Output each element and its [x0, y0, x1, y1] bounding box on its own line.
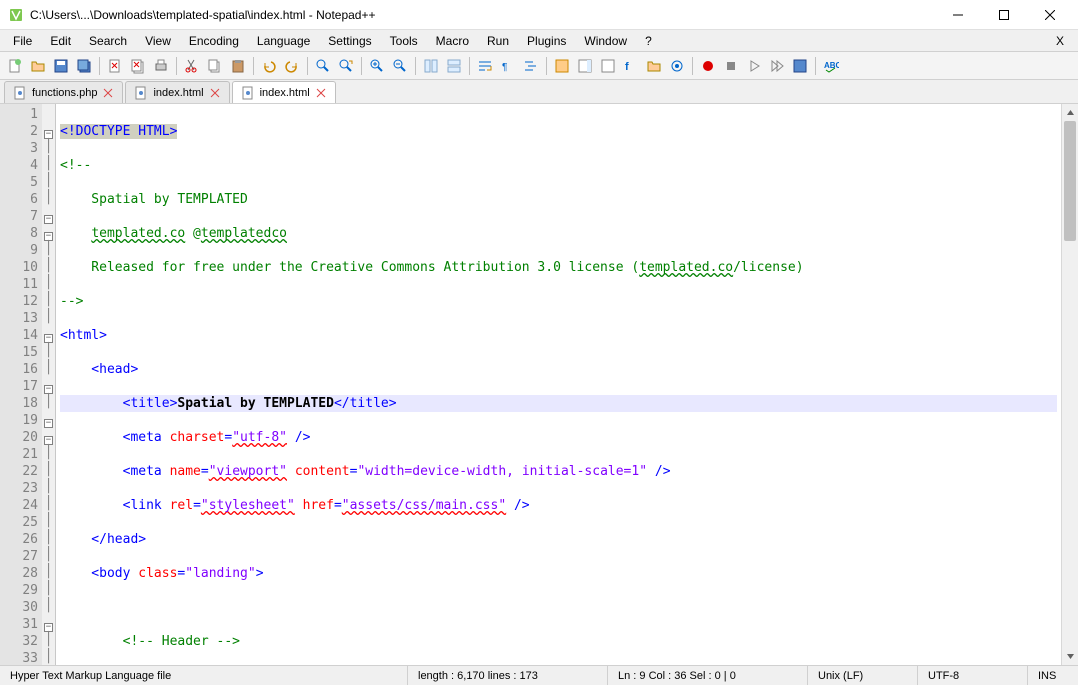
- cut-icon[interactable]: [181, 55, 203, 77]
- svg-text:ABC: ABC: [824, 61, 839, 70]
- zoom-out-icon[interactable]: [389, 55, 411, 77]
- replace-icon[interactable]: [335, 55, 357, 77]
- file-icon: [134, 86, 148, 100]
- paste-icon[interactable]: [227, 55, 249, 77]
- tab-index-html-1[interactable]: index.html: [125, 81, 229, 103]
- editor[interactable]: 1234567891011121314151617181920212223242…: [0, 104, 1078, 665]
- scroll-down-icon[interactable]: [1062, 648, 1078, 665]
- status-insert-mode[interactable]: INS: [1028, 666, 1078, 685]
- menu-macro[interactable]: Macro: [427, 32, 478, 50]
- tab-label: functions.php: [32, 87, 97, 99]
- redo-icon[interactable]: [281, 55, 303, 77]
- status-position: Ln : 9 Col : 36 Sel : 0 | 0: [608, 666, 808, 685]
- tabbar: functions.php index.html index.html: [0, 80, 1078, 104]
- status-filetype: Hyper Text Markup Language file: [0, 666, 408, 685]
- print-icon[interactable]: [150, 55, 172, 77]
- minimize-button[interactable]: [944, 5, 972, 25]
- menu-tools[interactable]: Tools: [381, 32, 427, 50]
- svg-text:f: f: [625, 61, 629, 73]
- macro-record-icon[interactable]: [697, 55, 719, 77]
- titlebar: C:\Users\...\Downloads\templated-spatial…: [0, 0, 1078, 30]
- statusbar: Hyper Text Markup Language file length :…: [0, 665, 1078, 685]
- save-icon[interactable]: [50, 55, 72, 77]
- menu-plugins[interactable]: Plugins: [518, 32, 575, 50]
- close-all-icon[interactable]: [127, 55, 149, 77]
- fold-column[interactable]: −││││−−│││││−││−│−−││││││││││−││: [42, 104, 56, 665]
- status-encoding[interactable]: UTF-8: [918, 666, 1028, 685]
- menu-search[interactable]: Search: [80, 32, 136, 50]
- lang-udl-icon[interactable]: [551, 55, 573, 77]
- maximize-button[interactable]: [990, 5, 1018, 25]
- menu-edit[interactable]: Edit: [41, 32, 80, 50]
- doc-map-icon[interactable]: [574, 55, 596, 77]
- code-area[interactable]: <!DOCTYPE HTML> <!-- Spatial by TEMPLATE…: [56, 104, 1061, 665]
- copy-icon[interactable]: [204, 55, 226, 77]
- macro-play-icon[interactable]: [743, 55, 765, 77]
- new-file-icon[interactable]: [4, 55, 26, 77]
- scroll-up-icon[interactable]: [1062, 104, 1078, 121]
- macro-save-icon[interactable]: [789, 55, 811, 77]
- menu-encoding[interactable]: Encoding: [180, 32, 248, 50]
- func-list-icon[interactable]: f: [620, 55, 642, 77]
- folder-workspace-icon[interactable]: [643, 55, 665, 77]
- spellcheck-icon[interactable]: ABC: [820, 55, 842, 77]
- close-button[interactable]: [1036, 5, 1064, 25]
- scroll-thumb[interactable]: [1064, 121, 1076, 241]
- status-eol[interactable]: Unix (LF): [808, 666, 918, 685]
- indent-guide-icon[interactable]: [520, 55, 542, 77]
- tab-close-icon[interactable]: [209, 87, 221, 99]
- tab-close-icon[interactable]: [102, 87, 114, 99]
- close-file-icon[interactable]: [104, 55, 126, 77]
- line-number-gutter: 1234567891011121314151617181920212223242…: [0, 104, 42, 665]
- app-icon: [8, 7, 24, 23]
- tab-label: index.html: [153, 87, 203, 99]
- menu-language[interactable]: Language: [248, 32, 319, 50]
- file-icon: [241, 86, 255, 100]
- tab-label: index.html: [260, 87, 310, 99]
- tab-close-icon[interactable]: [315, 87, 327, 99]
- wordwrap-icon[interactable]: [474, 55, 496, 77]
- menu-settings[interactable]: Settings: [319, 32, 380, 50]
- vertical-scrollbar[interactable]: [1061, 104, 1078, 665]
- tab-index-html-2[interactable]: index.html: [232, 81, 336, 103]
- menu-file[interactable]: File: [4, 32, 41, 50]
- menu-view[interactable]: View: [136, 32, 180, 50]
- monitor-icon[interactable]: [666, 55, 688, 77]
- menu-window[interactable]: Window: [575, 32, 636, 50]
- doc-list-icon[interactable]: [597, 55, 619, 77]
- zoom-in-icon[interactable]: [366, 55, 388, 77]
- svg-text:¶: ¶: [502, 62, 507, 73]
- macro-play-multi-icon[interactable]: [766, 55, 788, 77]
- menubar: File Edit Search View Encoding Language …: [0, 30, 1078, 52]
- toolbar: ¶ f ABC: [0, 52, 1078, 80]
- menu-close-x[interactable]: X: [1046, 34, 1074, 48]
- find-icon[interactable]: [312, 55, 334, 77]
- undo-icon[interactable]: [258, 55, 280, 77]
- sync-h-icon[interactable]: [443, 55, 465, 77]
- open-file-icon[interactable]: [27, 55, 49, 77]
- status-length: length : 6,170 lines : 173: [408, 666, 608, 685]
- sync-v-icon[interactable]: [420, 55, 442, 77]
- window-title: C:\Users\...\Downloads\templated-spatial…: [30, 8, 944, 22]
- show-all-chars-icon[interactable]: ¶: [497, 55, 519, 77]
- menu-run[interactable]: Run: [478, 32, 518, 50]
- macro-stop-icon[interactable]: [720, 55, 742, 77]
- tab-functions-php[interactable]: functions.php: [4, 81, 123, 103]
- file-icon: [13, 86, 27, 100]
- menu-help[interactable]: ?: [636, 32, 661, 50]
- save-all-icon[interactable]: [73, 55, 95, 77]
